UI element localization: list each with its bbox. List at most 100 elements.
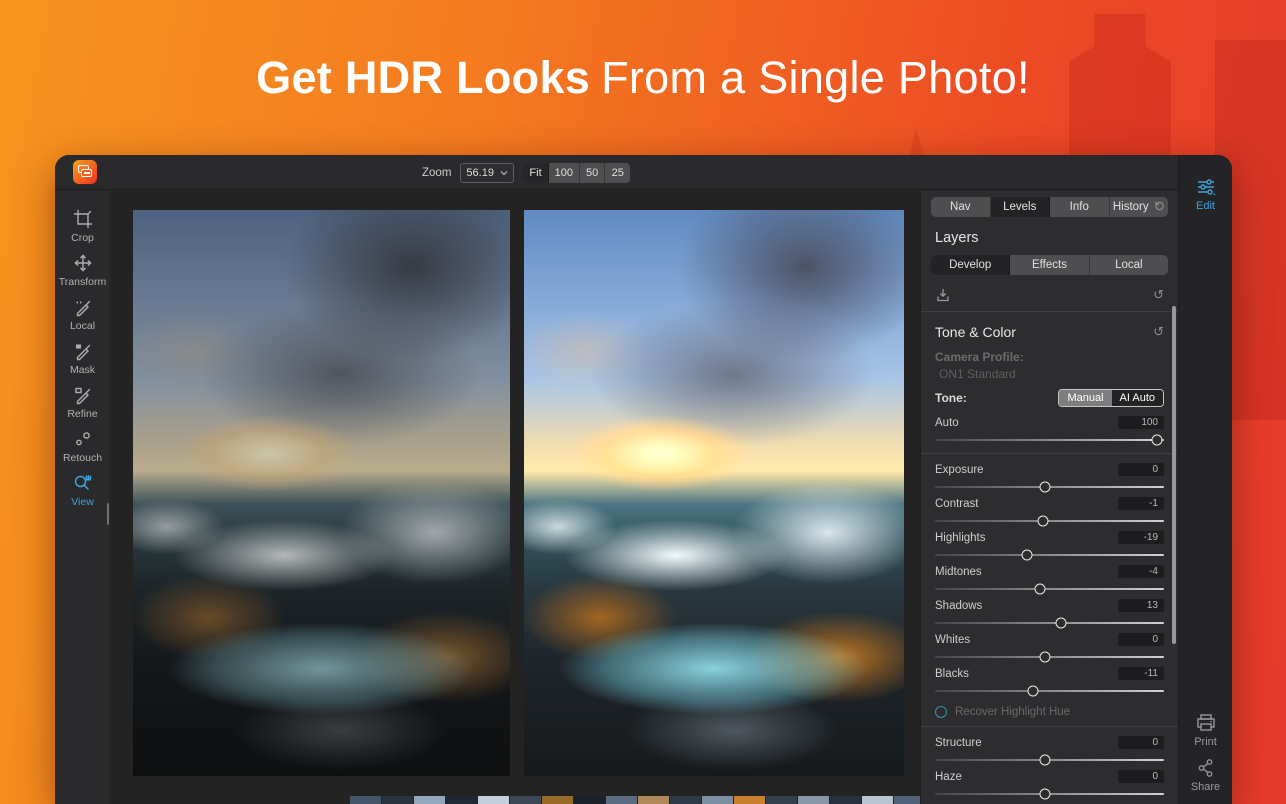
filmstrip-thumbnail[interactable] <box>702 796 733 804</box>
tab-nav[interactable]: Nav <box>931 197 991 217</box>
contrast-handle[interactable] <box>1037 516 1048 527</box>
tone-mode-manual[interactable]: Manual <box>1059 390 1111 406</box>
tab-info[interactable]: Info <box>1050 197 1110 217</box>
contrast-value-field[interactable]: -1 <box>1118 497 1164 510</box>
retouch-icon <box>73 429 93 449</box>
filmstrip-thumbnail[interactable] <box>734 796 765 804</box>
auto-value-field[interactable]: 100 <box>1118 416 1164 429</box>
haze-track[interactable] <box>935 793 1164 795</box>
zoom-value-dropdown[interactable]: 56.19 <box>460 163 514 183</box>
filmstrip-thumbnail[interactable] <box>638 796 669 804</box>
on1-app-icon <box>73 160 97 184</box>
tool-transform[interactable]: Transform <box>55 253 110 288</box>
auto-handle[interactable] <box>1152 435 1163 446</box>
share-module-button[interactable]: Share <box>1179 758 1232 793</box>
print-module-button[interactable]: Print <box>1179 713 1232 748</box>
zoom-preset-fit[interactable]: Fit <box>523 163 548 183</box>
zoom-preset-25[interactable]: 25 <box>605 163 630 183</box>
edit-sliders-icon <box>1195 177 1217 197</box>
contrast-track[interactable] <box>935 520 1164 522</box>
tone-mode-toggle: ManualAI Auto <box>1058 389 1164 407</box>
filmstrip-thumbnail[interactable] <box>510 796 541 804</box>
local-icon <box>73 297 93 317</box>
import-icon[interactable] <box>935 287 951 303</box>
tool-mask[interactable]: Mask <box>55 341 110 376</box>
exposure-handle[interactable] <box>1039 482 1050 493</box>
haze-value-field[interactable]: 0 <box>1118 770 1164 783</box>
tool-retouch[interactable]: Retouch <box>55 429 110 464</box>
filmstrip-thumbnail[interactable] <box>542 796 573 804</box>
reset-develop-button[interactable]: ↺ <box>1153 288 1164 303</box>
highlights-value-field[interactable]: -19 <box>1118 531 1164 544</box>
tool-sidebar-scrollbar[interactable] <box>107 503 109 525</box>
shadows-value-field[interactable]: 13 <box>1118 599 1164 612</box>
highlights-track[interactable] <box>935 554 1164 556</box>
structure-handle[interactable] <box>1039 755 1050 766</box>
photo-before[interactable] <box>133 210 510 776</box>
structure-value-field[interactable]: 0 <box>1118 736 1164 749</box>
filmstrip-thumbnail[interactable] <box>574 796 605 804</box>
filmstrip-thumbnail[interactable] <box>478 796 509 804</box>
filmstrip-thumbnail[interactable] <box>798 796 829 804</box>
highlights-handle[interactable] <box>1021 550 1032 561</box>
tone-color-header: Tone & Color ↺ <box>935 324 1164 340</box>
blacks-track[interactable] <box>935 690 1164 692</box>
structure-track[interactable] <box>935 759 1164 761</box>
tool-local[interactable]: Local <box>55 297 110 332</box>
edit-module-button[interactable]: Edit <box>1179 177 1232 212</box>
edit-module-label: Edit <box>1196 200 1215 212</box>
tool-sidebar: Crop Transform Local Mask Refine Retouch… <box>55 191 110 804</box>
mode-tab-local[interactable]: Local <box>1090 255 1168 275</box>
top-toolbar: Zoom 56.19 Fit1005025 <box>55 155 1232 190</box>
filmstrip-thumbnail[interactable] <box>606 796 637 804</box>
zoom-preset-100[interactable]: 100 <box>549 163 580 183</box>
refine-icon <box>73 385 93 405</box>
filmstrip-thumbnail[interactable] <box>862 796 893 804</box>
exposure-value-field[interactable]: 0 <box>1118 463 1164 476</box>
filmstrip-thumbnail[interactable] <box>766 796 797 804</box>
contrast-label: Contrast <box>935 498 978 510</box>
filmstrip-thumbnail[interactable] <box>350 796 381 804</box>
tone-mode-ai-auto[interactable]: AI Auto <box>1112 390 1163 406</box>
tool-crop[interactable]: Crop <box>55 209 110 244</box>
whites-value-field[interactable]: 0 <box>1118 633 1164 646</box>
tone-label: Tone: <box>935 391 967 405</box>
auto-track[interactable] <box>935 439 1164 441</box>
whites-track[interactable] <box>935 656 1164 658</box>
filmstrip-thumbnail[interactable] <box>670 796 701 804</box>
zoom-preset-50[interactable]: 50 <box>580 163 605 183</box>
recover-highlight-hue-checkbox[interactable] <box>935 706 947 718</box>
filmstrip-thumbnail[interactable] <box>382 796 413 804</box>
haze-handle[interactable] <box>1039 789 1050 800</box>
panel-divider <box>921 453 1178 454</box>
mask-icon <box>73 341 93 361</box>
photo-after[interactable] <box>524 210 904 776</box>
exposure-slider: Exposure 0 <box>935 463 1164 488</box>
reset-tone-color-button[interactable]: ↺ <box>1153 325 1164 340</box>
shadows-handle[interactable] <box>1055 618 1066 629</box>
blacks-value-field[interactable]: -11 <box>1118 667 1164 680</box>
midtones-handle[interactable] <box>1035 584 1046 595</box>
tab-levels[interactable]: Levels <box>991 197 1051 217</box>
tool-refine[interactable]: Refine <box>55 385 110 420</box>
camera-profile-value[interactable]: ON1 Standard <box>939 367 1164 381</box>
midtones-track[interactable] <box>935 588 1164 590</box>
filmstrip-thumbnail[interactable] <box>414 796 445 804</box>
whites-handle[interactable] <box>1039 652 1050 663</box>
midtones-value-field[interactable]: -4 <box>1118 565 1164 578</box>
exposure-track[interactable] <box>935 486 1164 488</box>
shadows-track[interactable] <box>935 622 1164 624</box>
filmstrip-thumbnail[interactable] <box>446 796 477 804</box>
panel-tabs: NavLevelsInfoHistory <box>931 197 1168 217</box>
zoom-value: 56.19 <box>466 167 494 179</box>
blacks-handle[interactable] <box>1028 686 1039 697</box>
tool-view[interactable]: View <box>55 473 110 508</box>
panel-scrollbar[interactable] <box>1172 306 1176 644</box>
app-window: Zoom 56.19 Fit1005025 Crop Transform Loc… <box>55 155 1232 804</box>
exposure-label: Exposure <box>935 464 984 476</box>
mode-tab-develop[interactable]: Develop <box>931 255 1010 275</box>
filmstrip-thumbnail[interactable] <box>830 796 861 804</box>
mode-tab-effects[interactable]: Effects <box>1010 255 1089 275</box>
filmstrip[interactable] <box>350 796 925 804</box>
tab-history[interactable]: History <box>1110 197 1169 217</box>
